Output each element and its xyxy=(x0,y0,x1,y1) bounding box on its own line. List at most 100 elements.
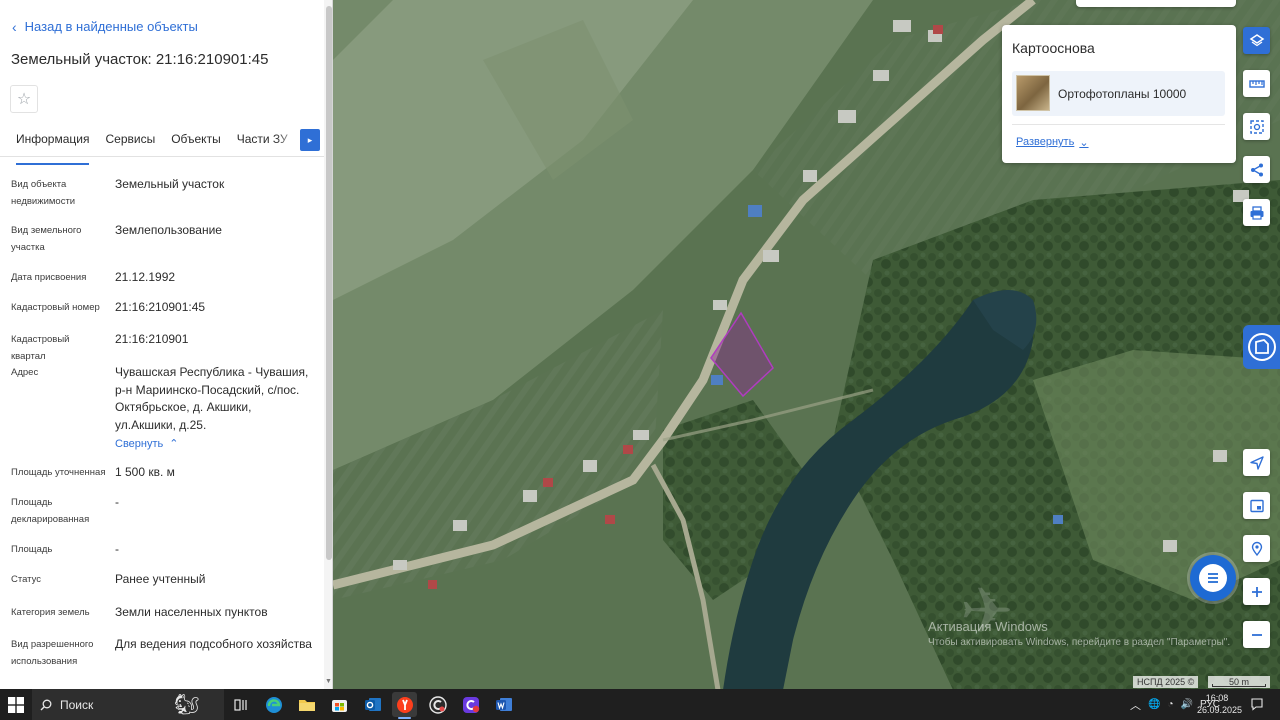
word-icon xyxy=(495,698,512,711)
location-pin-icon xyxy=(1251,541,1262,556)
taskbar-edge[interactable] xyxy=(261,692,286,717)
favorite-button[interactable]: ☆ xyxy=(10,85,38,113)
c-app-badge-icon xyxy=(462,696,479,713)
chat-icon xyxy=(1199,564,1227,592)
taskbar-search-box[interactable]: Поиск 🐿 xyxy=(32,689,224,720)
basemap-layer-name: Ортофотопланы 10000 xyxy=(1058,87,1187,101)
folder-icon xyxy=(298,699,315,711)
property-value: Земельный участок xyxy=(115,177,225,191)
map-document-icon xyxy=(1247,333,1276,361)
property-label: Кадастровый квартал xyxy=(11,334,70,362)
printer-icon xyxy=(1250,205,1263,220)
taskbar-yandex-browser[interactable] xyxy=(392,692,417,719)
property-value: Для ведения подсобного хозяйства xyxy=(115,637,312,651)
measure-tool-button[interactable] xyxy=(1243,70,1270,97)
taskbar-outlook[interactable] xyxy=(360,692,385,717)
taskbar-file-explorer[interactable] xyxy=(294,692,319,717)
tab-information[interactable]: Информация xyxy=(16,125,90,165)
tab-parcel-parts[interactable]: Части ЗУ xyxy=(237,125,288,163)
yandex-browser-icon xyxy=(396,696,413,713)
chat-assistant-button[interactable] xyxy=(1190,555,1236,601)
map-search-strip[interactable] xyxy=(1076,0,1236,7)
panel-scrollbar-thumb[interactable] xyxy=(326,6,332,560)
property-value: 21:16:210901:45 xyxy=(115,300,206,314)
layers-icon xyxy=(1249,33,1264,46)
property-label: Статус xyxy=(11,574,42,585)
basemap-layer-item[interactable]: Ортофотопланы 10000 xyxy=(1012,71,1225,116)
taskbar-word[interactable] xyxy=(491,692,516,717)
basemap-card: Картооснова Ортофотопланы 10000 Разверну… xyxy=(1002,25,1236,163)
basemap-card-title: Картооснова xyxy=(1012,40,1095,56)
property-label: Дата присвоения xyxy=(11,272,87,283)
map-copyright: НСПД 2025 © xyxy=(1133,676,1199,688)
zoom-in-button[interactable] xyxy=(1243,578,1270,605)
ruler-icon xyxy=(1248,79,1265,88)
scroll-down-arrow-icon[interactable]: ▼ xyxy=(324,678,332,688)
property-value: Ранее учтенный xyxy=(115,572,206,586)
card-divider xyxy=(1012,124,1225,125)
info-tabs: Информация Сервисы Объекты Части ЗУ Сост… xyxy=(0,125,332,165)
area-select-tool-button[interactable] xyxy=(1243,113,1270,140)
tabs-scroll-right-button[interactable]: ▸ xyxy=(300,129,320,151)
property-value: Земли населенных пунктов xyxy=(115,605,268,619)
share-icon xyxy=(1250,163,1263,176)
taskbar-clock[interactable]: 16:08 26.09.2025 xyxy=(1197,692,1243,716)
minimap-icon xyxy=(1249,499,1264,512)
taskbar-app-c[interactable] xyxy=(425,692,450,717)
network-icon[interactable]: 🌐 xyxy=(1148,699,1160,710)
back-label: Назад в найденные объекты xyxy=(24,19,198,34)
address-text: Чувашская Республика - Чувашия, р-н Мари… xyxy=(115,365,309,432)
taskbar-store[interactable] xyxy=(327,692,352,717)
property-label: Кадастровый номер xyxy=(11,302,100,313)
back-to-results-link[interactable]: ‹ Назад в найденные объекты xyxy=(12,19,198,34)
property-label: Площадь уточненная xyxy=(11,467,106,478)
expand-basemaps-link[interactable]: Развернуть ⌄ xyxy=(1016,136,1089,149)
volume-icon[interactable]: 🔊 xyxy=(1181,699,1193,710)
location-pin-button[interactable] xyxy=(1243,535,1270,562)
search-icon xyxy=(40,699,52,710)
property-label: Категория земель xyxy=(11,607,90,618)
notification-icon[interactable] xyxy=(1250,697,1264,711)
print-tool-button[interactable] xyxy=(1243,199,1270,226)
property-value: - xyxy=(115,495,119,509)
wifi-icon[interactable]: ◔ xyxy=(1167,699,1173,710)
squirrel-icon: 🐿 xyxy=(174,694,200,716)
task-view-icon xyxy=(233,698,247,711)
property-value: - xyxy=(115,542,119,556)
tray-expand-icon[interactable]: ︿ xyxy=(1130,697,1141,713)
minimap-button[interactable] xyxy=(1243,492,1270,519)
task-view-button[interactable] xyxy=(228,692,253,717)
windows-start-icon[interactable] xyxy=(8,697,24,713)
property-label: Вид земельного участка xyxy=(11,225,82,253)
chevron-up-icon: ⌃ xyxy=(169,438,179,450)
tab-objects[interactable]: Объекты xyxy=(171,125,221,163)
outlook-icon xyxy=(364,698,381,711)
map-scale-bar: 50 m xyxy=(1208,676,1270,688)
property-value: 21:16:210901 xyxy=(115,332,189,346)
chevron-right-icon: ▸ xyxy=(307,134,313,145)
property-label: Площадь декларированная xyxy=(11,497,90,525)
layers-tool-button[interactable] xyxy=(1243,27,1270,54)
navigation-arrow-icon xyxy=(1249,455,1264,470)
c-app-icon xyxy=(428,695,447,714)
property-label: Вид объекта недвижимости xyxy=(11,179,76,207)
object-info-panel: ‹ Назад в найденные объекты Земельный уч… xyxy=(0,0,333,690)
clock-date: 26.09.2025 xyxy=(1197,705,1243,715)
edge-icon xyxy=(265,696,282,713)
collapse-address-link[interactable]: Свернуть ⌃ xyxy=(115,436,178,454)
geolocation-button[interactable] xyxy=(1243,449,1270,476)
chevron-left-icon: ‹ xyxy=(12,18,17,35)
tab-services[interactable]: Сервисы xyxy=(105,125,155,163)
side-panel-tab[interactable] xyxy=(1243,325,1280,369)
share-tool-button[interactable] xyxy=(1243,156,1270,183)
property-value: Чувашская Республика - Чувашия, р-н Мари… xyxy=(115,364,315,454)
zoom-out-button[interactable] xyxy=(1243,621,1270,648)
star-icon: ☆ xyxy=(16,91,32,108)
windows-taskbar: Поиск 🐿 ︿ 🌐 ◔ 🔊 РУС 16:08 26.09.2025 xyxy=(0,689,1280,720)
orthophoto-thumbnail xyxy=(1016,75,1050,111)
property-value: Землепользование xyxy=(115,223,222,237)
clock-time: 16:08 xyxy=(1205,693,1229,703)
taskbar-app-c-blue[interactable] xyxy=(458,692,483,717)
collapse-label: Свернуть xyxy=(115,438,164,450)
page-title: Земельный участок: 21:16:210901:45 xyxy=(11,51,269,68)
